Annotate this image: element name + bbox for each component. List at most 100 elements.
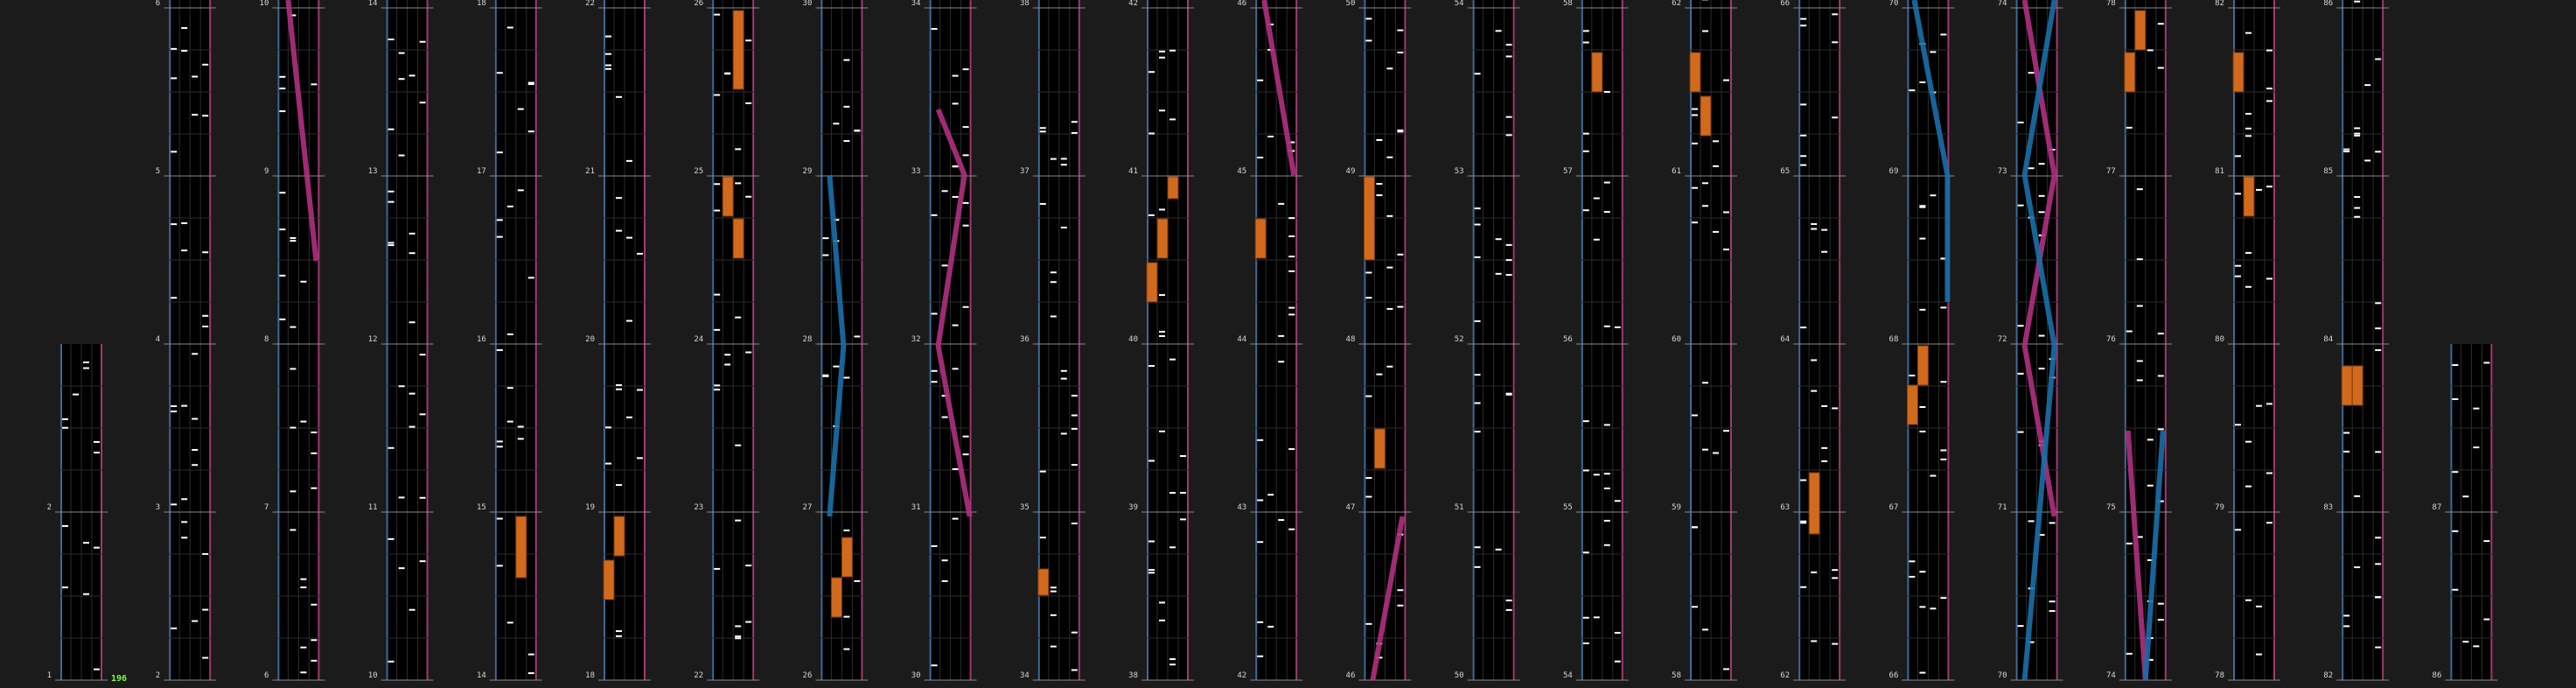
note	[1159, 430, 1165, 432]
note	[1692, 142, 1698, 144]
note	[62, 586, 68, 589]
measure-number: 66	[1780, 0, 1790, 8]
note	[952, 74, 959, 77]
note	[1050, 271, 1057, 274]
note	[745, 195, 752, 198]
note	[1071, 131, 1078, 134]
note	[1919, 81, 1926, 84]
note	[408, 232, 415, 235]
note	[1940, 458, 1947, 460]
note	[1169, 49, 1176, 52]
measure-number: 14	[368, 0, 378, 8]
note	[714, 183, 721, 186]
chart-preview: 2165432109876141312111018171615142221201…	[47, 0, 2498, 684]
note	[2256, 653, 2262, 656]
note	[2017, 372, 2024, 375]
measure-number: 71	[1998, 503, 2007, 512]
note	[171, 297, 178, 299]
measure-number: 86	[2433, 671, 2442, 680]
note	[94, 440, 100, 443]
measure-number: 24	[694, 335, 703, 344]
note	[1169, 546, 1176, 549]
measure-number: 27	[803, 503, 813, 512]
note	[1386, 214, 1393, 217]
note	[527, 130, 534, 133]
measure-number: 70	[1998, 671, 2007, 680]
note	[962, 453, 969, 456]
note	[2136, 305, 2143, 307]
measure-number: 64	[1780, 335, 1790, 344]
note	[2452, 588, 2459, 591]
note	[181, 498, 188, 501]
note	[202, 656, 209, 659]
note	[1505, 116, 1512, 118]
note	[2375, 537, 2382, 539]
note	[202, 325, 209, 327]
note	[171, 151, 178, 153]
measure-number: 56	[1563, 335, 1573, 344]
note	[1474, 73, 1481, 75]
note	[1603, 90, 1610, 93]
note	[2157, 428, 2164, 431]
note	[626, 319, 632, 322]
note	[931, 381, 938, 383]
note	[1060, 432, 1067, 435]
note	[496, 349, 503, 352]
note	[290, 529, 297, 531]
note	[2375, 151, 2382, 153]
note	[1288, 528, 1295, 530]
note	[2375, 451, 2382, 453]
hold-note	[732, 218, 744, 259]
note	[62, 524, 68, 527]
note	[1811, 390, 1818, 392]
note	[2452, 364, 2459, 367]
note	[952, 165, 959, 167]
note	[387, 660, 394, 663]
note	[527, 672, 534, 675]
note	[192, 75, 199, 78]
note	[1288, 270, 1295, 272]
measure-number: 26	[694, 0, 703, 8]
note	[2147, 439, 2154, 441]
note	[616, 229, 622, 232]
note	[1474, 431, 1481, 433]
note	[843, 648, 850, 650]
measure-number: 31	[911, 503, 921, 512]
hold-note	[2243, 176, 2255, 217]
measure-number: 83	[2323, 503, 2333, 512]
hold-note	[2351, 365, 2363, 406]
lane-column-1: 6 5 4 3 2	[156, 0, 217, 681]
note	[181, 537, 188, 539]
note	[1159, 208, 1165, 211]
note	[1180, 454, 1186, 457]
note	[1909, 560, 1916, 563]
note	[1148, 569, 1155, 572]
measure-number: 76	[2106, 335, 2116, 344]
note	[1505, 273, 1512, 276]
note	[1159, 334, 1165, 337]
note	[714, 384, 721, 387]
measure-number: 52	[1455, 335, 1464, 344]
note	[408, 74, 415, 77]
measure-number: 42	[1128, 0, 1138, 8]
note	[616, 384, 622, 387]
note	[398, 385, 405, 388]
note	[745, 39, 752, 42]
measure-number: 11	[368, 503, 378, 512]
note	[941, 579, 948, 582]
note	[1257, 439, 1264, 441]
note	[496, 235, 503, 238]
note	[506, 420, 513, 423]
measure-number: 20	[585, 335, 595, 344]
note	[1909, 575, 1916, 578]
measure-number: 84	[2323, 335, 2333, 344]
note	[2136, 379, 2143, 382]
lane-column-4: 18 17 16 15 14	[477, 0, 542, 681]
hold-note	[1689, 52, 1701, 93]
note	[1386, 266, 1393, 269]
note	[94, 452, 100, 454]
measure-number: 50	[1346, 0, 1356, 8]
measure-number: 68	[1889, 335, 1899, 344]
measure-number: 34	[911, 0, 921, 8]
note	[202, 314, 209, 317]
